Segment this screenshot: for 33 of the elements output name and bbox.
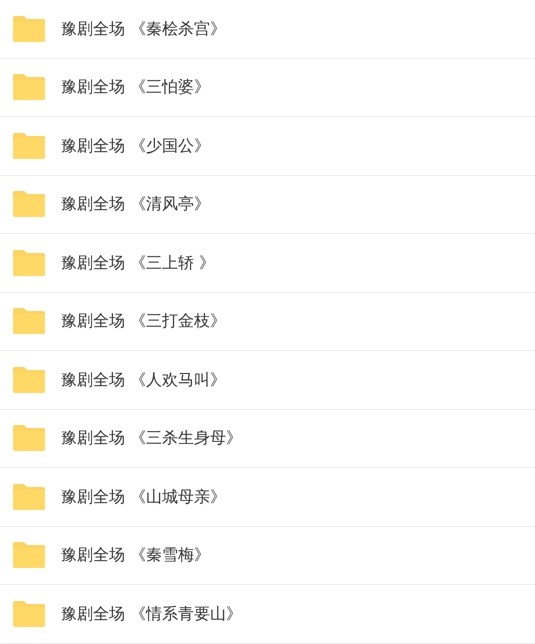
folder-name: 豫剧全场 《人欢马叫》 (61, 368, 226, 391)
folder-icon (12, 600, 46, 628)
folder-icon (12, 366, 46, 394)
folder-name: 豫剧全场 《三上轿 》 (61, 252, 216, 274)
folder-name: 豫剧全场 《三杀生身母》 (61, 427, 242, 450)
folder-icon (12, 482, 46, 511)
folder-name: 豫剧全场 《三怕婆》 (61, 76, 210, 98)
folder-row[interactable]: 豫剧全场 《三上轿 》 (0, 234, 535, 292)
folder-row[interactable]: 豫剧全场 《三打金枝》 (0, 292, 535, 351)
folder-row[interactable]: 豫剧全场 《人欢马叫》 (0, 351, 535, 410)
folder-row[interactable]: 豫剧全场 《秦桧杀宫》 (0, 0, 535, 58)
folder-name: 豫剧全场 《情系青要山》 (61, 602, 242, 625)
folder-name: 豫剧全场 《山城母亲》 (61, 486, 226, 508)
folder-icon (12, 132, 46, 160)
folder-name: 豫剧全场 《三打金枝》 (61, 310, 226, 332)
folder-row[interactable]: 豫剧全场 《情系青要山》 (0, 585, 535, 644)
folder-row[interactable]: 豫剧全场 《清风亭》 (0, 176, 535, 234)
folder-row[interactable]: 豫剧全场 《少国公》 (0, 117, 535, 176)
folder-name: 豫剧全场 《少国公》 (61, 134, 210, 157)
folder-row[interactable]: 豫剧全场 《山城母亲》 (0, 468, 535, 526)
folder-name: 豫剧全场 《清风亭》 (61, 193, 210, 216)
folder-icon (12, 248, 46, 277)
folder-name: 豫剧全场 《秦桧杀宫》 (61, 18, 226, 40)
folder-name: 豫剧全场 《秦雪梅》 (61, 544, 210, 566)
folder-icon (12, 14, 46, 43)
folder-icon (12, 541, 46, 570)
folder-row[interactable]: 豫剧全场 《三杀生身母》 (0, 410, 535, 468)
folder-icon (12, 190, 46, 218)
folder-icon (12, 424, 46, 452)
folder-row[interactable]: 豫剧全场 《秦雪梅》 (0, 526, 535, 585)
folder-icon (12, 307, 46, 336)
folder-row[interactable]: 豫剧全场 《三怕婆》 (0, 58, 535, 117)
folder-icon (12, 73, 46, 102)
